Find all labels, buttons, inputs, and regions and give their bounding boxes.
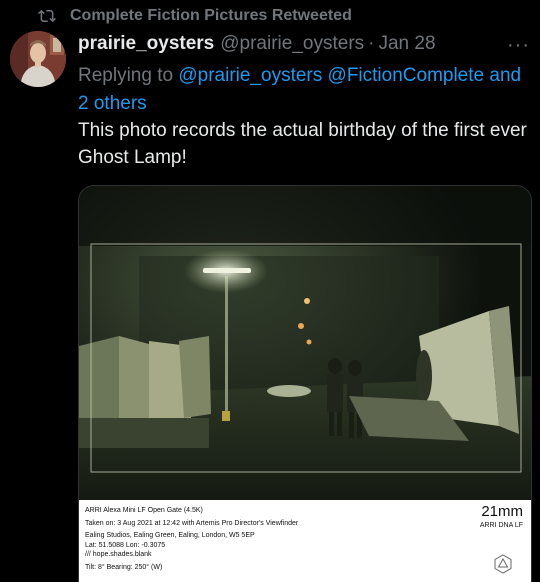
- viewfinder-caption: ARRI Alexa Mini LF Open Gate (4.5K) Take…: [79, 500, 531, 582]
- what3words: /// hope.shades.blank: [85, 551, 152, 558]
- studio-photo: [79, 186, 531, 500]
- separator-dot: ·: [368, 33, 375, 54]
- reply-mention-2[interactable]: @FictionComplete: [328, 65, 485, 86]
- artemis-logo-icon: [494, 554, 512, 574]
- user-handle[interactable]: @prairie_oysters: [220, 33, 364, 55]
- avatar-image: [10, 31, 66, 87]
- caption-details: ARRI Alexa Mini LF Open Gate (4.5K) Take…: [85, 506, 298, 572]
- taken-on: Taken on: 3 Aug 2021 at 12:42 with Artem…: [85, 519, 299, 527]
- focal-length: 21mm: [481, 503, 523, 520]
- tilt-bearing: Tilt: 8° Bearing: 250° (W): [85, 563, 163, 571]
- lens-info: 21mm ARRI DNA LF: [480, 503, 523, 529]
- display-name[interactable]: prairie_oysters: [78, 33, 214, 55]
- tweet-date[interactable]: Jan 28: [378, 33, 435, 55]
- tweet-header: prairie_oysters @prairie_oysters · Jan 2…: [78, 33, 530, 55]
- retweet-icon: [38, 9, 56, 23]
- retweet-label[interactable]: Complete Fiction Pictures Retweeted: [70, 7, 352, 25]
- more-options-icon[interactable]: ···: [507, 34, 530, 57]
- tweet-text: This photo records the actual birthday o…: [78, 120, 527, 168]
- location: Ealing Studios, Ealing Green, Ealing, Lo…: [85, 532, 255, 539]
- replying-to: Replying to @prairie_oysters @FictionCom…: [78, 62, 526, 118]
- reply-mention-1[interactable]: @prairie_oysters: [178, 65, 322, 86]
- lens-name: ARRI DNA LF: [479, 522, 523, 529]
- avatar[interactable]: [10, 31, 66, 87]
- camera-model: ARRI Alexa Mini LF Open Gate (4.5K): [85, 507, 203, 514]
- tweet-media[interactable]: ARRI Alexa Mini LF Open Gate (4.5K) Take…: [78, 185, 532, 582]
- retweet-indicator: Complete Fiction Pictures Retweeted: [38, 6, 352, 26]
- coordinates: Lat: 51.5088 Lon: -0.3075: [85, 541, 166, 549]
- replying-prefix: Replying to: [78, 65, 179, 86]
